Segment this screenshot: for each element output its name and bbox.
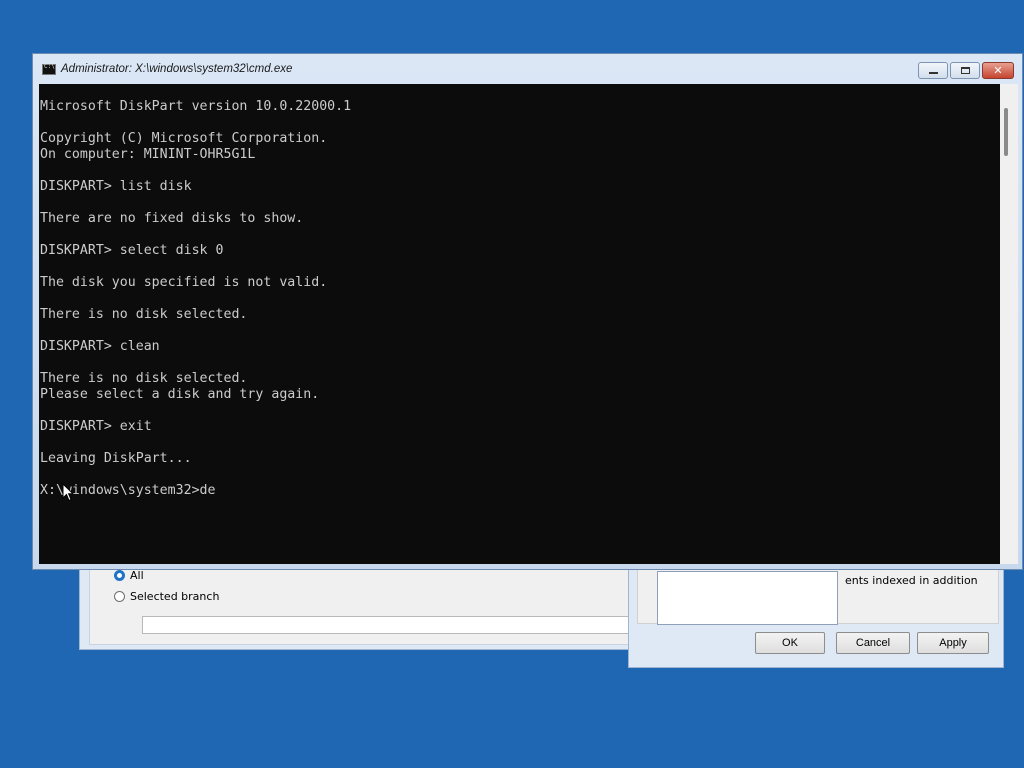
radio-all-indicator[interactable] <box>114 570 125 581</box>
options-description: ents indexed in addition <box>845 574 978 587</box>
ok-button[interactable]: OK <box>755 632 825 654</box>
radio-selected-branch[interactable]: Selected branch <box>114 590 219 603</box>
radio-selected-branch-indicator[interactable] <box>114 591 125 602</box>
cancel-button[interactable]: Cancel <box>836 632 910 654</box>
minimize-icon <box>928 72 938 74</box>
scope-panel: All Selected branch <box>89 565 650 645</box>
scrollbar-thumb[interactable] <box>1004 108 1008 156</box>
close-button[interactable]: ✕ <box>982 62 1014 79</box>
vertical-scrollbar[interactable] <box>1000 84 1018 564</box>
radio-all[interactable]: All <box>114 569 144 582</box>
background-dialog-index-options: ents indexed in addition OK Cancel Apply <box>628 556 1004 668</box>
window-title: Administrator: X:\windows\system32\cmd.e… <box>61 63 293 75</box>
cmd-icon[interactable] <box>42 63 56 75</box>
radio-selected-branch-label: Selected branch <box>130 590 220 603</box>
cmd-titlebar[interactable]: Administrator: X:\windows\system32\cmd.e… <box>33 54 1022 84</box>
maximize-button[interactable] <box>950 62 980 79</box>
radio-all-label: All <box>130 569 144 582</box>
cmd-window[interactable]: Administrator: X:\windows\system32\cmd.e… <box>32 53 1023 570</box>
window-controls: ✕ <box>918 62 1014 79</box>
console-text: Microsoft DiskPart version 10.0.22000.1 … <box>40 99 352 498</box>
background-dialog-scope: All Selected branch <box>79 556 657 650</box>
mouse-cursor-icon <box>62 483 74 502</box>
apply-button[interactable]: Apply <box>917 632 989 654</box>
options-list[interactable] <box>657 571 838 625</box>
maximize-icon <box>960 67 970 74</box>
branch-input[interactable] <box>142 616 632 634</box>
close-icon: ✕ <box>993 64 1003 77</box>
minimize-button[interactable] <box>918 62 948 79</box>
console-output[interactable]: Microsoft DiskPart version 10.0.22000.1 … <box>39 84 1000 564</box>
